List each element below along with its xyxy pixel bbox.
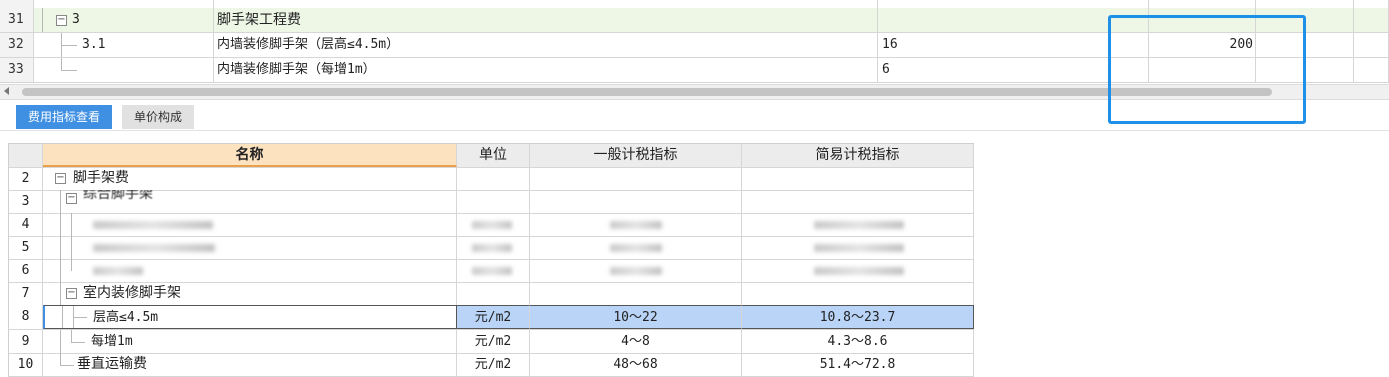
unit-cell: 元/m2 xyxy=(457,330,530,353)
table-row[interactable]: 7 − 室内装修脚手架 xyxy=(8,282,974,306)
table-row[interactable]: 2 − 脚手架费 xyxy=(8,167,974,191)
name-cell xyxy=(43,213,457,236)
name-cell[interactable]: 层高≤4.5m xyxy=(43,305,457,329)
name-cell xyxy=(43,259,457,282)
tree-line xyxy=(60,353,61,365)
redacted-text xyxy=(814,221,904,229)
redacted-text xyxy=(814,267,904,275)
row-number: 10 xyxy=(8,353,43,376)
name-cell xyxy=(43,236,457,259)
tree-line xyxy=(71,213,72,236)
tree-line xyxy=(71,236,72,259)
tree-line xyxy=(62,306,63,328)
row-number: 33 xyxy=(0,58,34,82)
tab-unit-price[interactable]: 单价构成 xyxy=(122,105,195,129)
column-header-general[interactable]: 一般计税指标 xyxy=(530,144,742,167)
tree-line xyxy=(60,236,61,259)
redacted-text xyxy=(610,267,662,275)
row-number: 31 xyxy=(0,8,34,32)
redacted-text xyxy=(472,244,512,252)
table-row[interactable]: 10 垂直运输费 元/m2 48～68 51.4～72.8 xyxy=(8,353,974,377)
tree-line xyxy=(71,342,85,343)
row-number xyxy=(0,0,34,8)
tree-line xyxy=(61,45,77,46)
name-cell: − 脚手架费 xyxy=(43,167,457,190)
row-number: 2 xyxy=(8,167,43,190)
column-header-unit[interactable]: 单位 xyxy=(457,144,530,167)
row-number: 8 xyxy=(8,305,43,329)
column-header-name[interactable]: 名称 xyxy=(43,144,457,167)
unit-cell: 元/m2 xyxy=(457,353,530,376)
redacted-text xyxy=(472,221,512,229)
table-header: 名称 单位 一般计税指标 简易计税指标 xyxy=(8,143,974,168)
redacted-text xyxy=(610,221,662,229)
row-number: 7 xyxy=(8,282,43,305)
general-index-cell: 48～68 xyxy=(530,353,742,376)
collapse-icon[interactable]: − xyxy=(66,193,77,204)
simple-index-cell[interactable]: 10.8～23.7 xyxy=(742,305,974,329)
code-cell: 3.1 xyxy=(34,33,214,57)
tree-line xyxy=(61,70,77,71)
tree-line xyxy=(60,282,61,305)
table-row[interactable]: 3 − 综合脚手架 xyxy=(8,190,974,214)
redacted-text xyxy=(93,221,213,229)
row-number: 4 xyxy=(8,213,43,236)
name-cell: − 室内装修脚手架 xyxy=(43,282,457,305)
name-cell: 内墙装修脚手架（层高≤4.5m） xyxy=(214,33,878,57)
name-cell: 每增1m xyxy=(43,330,457,353)
tree-line xyxy=(60,259,61,282)
general-index-cell: 4～8 xyxy=(530,330,742,353)
collapse-icon[interactable]: − xyxy=(66,288,77,299)
tree-line xyxy=(71,330,72,342)
name-cell: 内墙装修脚手架（每增1m） xyxy=(214,58,878,82)
general-index-cell[interactable]: 10～22 xyxy=(530,305,742,329)
tree-line xyxy=(60,213,61,236)
redacted-text xyxy=(93,244,215,252)
simple-index-cell: 51.4～72.8 xyxy=(742,353,974,376)
column-header-simple[interactable]: 简易计税指标 xyxy=(742,144,974,167)
tree-line xyxy=(60,190,61,213)
row-number: 5 xyxy=(8,236,43,259)
tab-fee-index[interactable]: 费用指标查看 xyxy=(16,105,113,129)
name-cell: − 综合脚手架 xyxy=(43,190,457,213)
redacted-text xyxy=(610,244,662,252)
simple-index-cell: 4.3～8.6 xyxy=(742,330,974,353)
redacted-text xyxy=(814,244,904,252)
row-number: 6 xyxy=(8,259,43,282)
collapse-icon[interactable]: − xyxy=(56,15,67,26)
table-row[interactable]: 4 xyxy=(8,213,974,237)
tree-line xyxy=(73,317,87,318)
redacted-text xyxy=(472,267,512,275)
unit-cell[interactable]: 元/m2 xyxy=(457,305,530,329)
scrollbar-thumb[interactable] xyxy=(22,88,1272,96)
row-number: 9 xyxy=(8,330,43,353)
scroll-left-icon[interactable] xyxy=(4,87,9,95)
collapse-icon[interactable]: − xyxy=(55,173,66,184)
table-row-selected[interactable]: 8 层高≤4.5m 元/m2 10～22 10.8～23.7 xyxy=(8,305,974,330)
code-cell xyxy=(34,58,214,82)
table-row[interactable]: 9 每增1m 元/m2 4～8 4.3～8.6 xyxy=(8,330,974,354)
row-number: 3 xyxy=(8,190,43,213)
table-row[interactable]: 6 xyxy=(8,259,974,283)
tree-line xyxy=(60,330,61,353)
name-cell: 脚手架工程费 xyxy=(214,8,878,32)
tree-line xyxy=(71,259,72,271)
code-cell: − 3 xyxy=(34,8,214,32)
tree-line xyxy=(42,8,43,32)
table-row[interactable]: 5 xyxy=(8,236,974,260)
row-number: 32 xyxy=(0,33,34,57)
name-cell: 垂直运输费 xyxy=(43,353,457,376)
redacted-text xyxy=(93,267,143,275)
tree-line xyxy=(61,58,62,70)
tab-bar: 费用指标查看 单价构成 xyxy=(0,100,1389,131)
